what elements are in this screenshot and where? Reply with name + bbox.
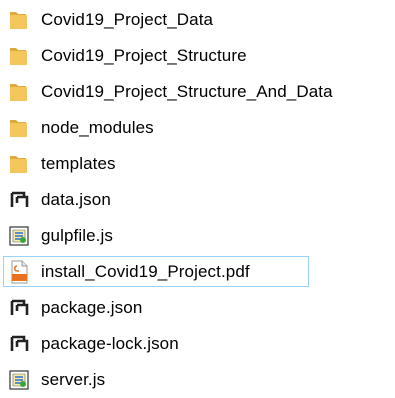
- file-item-label: server.js: [41, 370, 106, 389]
- file-item-label: gulpfile.js: [41, 226, 113, 245]
- file-item-label: templates: [41, 154, 116, 173]
- file-item-data-json[interactable]: data.json: [0, 182, 395, 218]
- pdf-file-icon: [6, 259, 32, 285]
- folder-icon: [6, 79, 32, 105]
- file-item-covid19-project-structure-and-data[interactable]: Covid19_Project_Structure_And_Data: [0, 74, 395, 110]
- json-file-icon: [6, 187, 32, 213]
- json-file-icon: [6, 331, 32, 357]
- folder-icon: [6, 7, 32, 33]
- file-item-node-modules[interactable]: node_modules: [0, 110, 395, 146]
- file-item-install-covid19-project-pdf[interactable]: install_Covid19_Project.pdf: [0, 254, 395, 290]
- file-item-label: package.json: [41, 298, 143, 317]
- folder-icon: [6, 115, 32, 141]
- file-item-templates[interactable]: templates: [0, 146, 395, 182]
- file-item-label: package-lock.json: [41, 334, 179, 353]
- file-item-label: install_Covid19_Project.pdf: [41, 262, 250, 281]
- file-item-covid19-project-structure[interactable]: Covid19_Project_Structure: [0, 38, 395, 74]
- json-file-icon: [6, 295, 32, 321]
- folder-icon: [6, 151, 32, 177]
- file-item-package-json[interactable]: package.json: [0, 290, 395, 326]
- file-item-label: Covid19_Project_Structure: [41, 46, 247, 65]
- js-file-icon: [6, 223, 32, 249]
- file-item-covid19-project-data[interactable]: Covid19_Project_Data: [0, 2, 395, 38]
- js-file-icon: [6, 367, 32, 393]
- file-item-label: Covid19_Project_Data: [41, 10, 214, 29]
- file-list: Covid19_Project_Data Covid19_Project_Str…: [0, 2, 395, 398]
- file-item-label: data.json: [41, 190, 111, 209]
- folder-icon: [6, 43, 32, 69]
- file-item-label: Covid19_Project_Structure_And_Data: [41, 82, 333, 101]
- file-item-label: node_modules: [41, 118, 154, 137]
- file-item-package-lock-json[interactable]: package-lock.json: [0, 326, 395, 362]
- file-item-server-js[interactable]: server.js: [0, 362, 395, 398]
- file-item-gulpfile-js[interactable]: gulpfile.js: [0, 218, 395, 254]
